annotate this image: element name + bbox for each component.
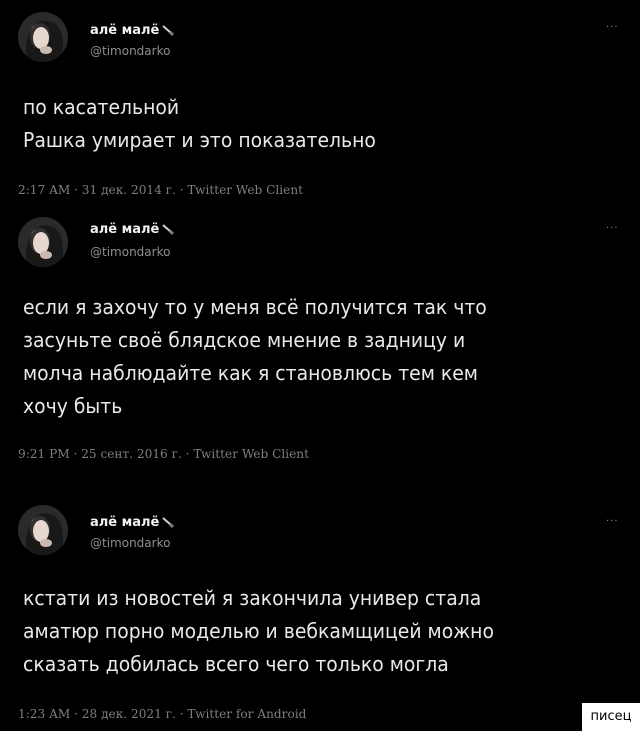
tweet-1: алё малё @timondarko ... по касательной … [0, 0, 640, 205]
display-name[interactable]: алё малё [90, 222, 175, 237]
handle[interactable]: @timondarko [90, 536, 170, 550]
more-icon[interactable]: ... [606, 20, 619, 30]
more-icon[interactable]: ... [606, 221, 619, 231]
knife-icon [162, 224, 175, 235]
tweet-line: засуньте своё блядское мнение в задницу … [23, 328, 466, 352]
tweet-line: если я захочу то у меня всё получится та… [23, 295, 487, 319]
handle[interactable]: @timondarko [90, 44, 170, 58]
display-name[interactable]: алё малё [90, 23, 175, 38]
tweet-line: Рашка умирает и это показательно [23, 128, 376, 152]
tweet-line: молча наблюдайте как я становлюсь тем ке… [23, 361, 478, 385]
tweet-line: кстати из новостей я закончила универ ст… [23, 586, 482, 610]
tweet-text: по касательной Рашка умирает и это показ… [23, 91, 376, 157]
display-name[interactable]: алё малё [90, 515, 175, 530]
watermark: писец [582, 703, 640, 731]
tweet-text: кстати из новостей я закончила универ ст… [23, 582, 494, 681]
tweet-meta[interactable]: 1:23 AM · 28 дек. 2021 г. · Twitter for … [18, 707, 306, 721]
tweet-line: аматюр порно моделью и вебкамщицей можно [23, 619, 494, 643]
display-name-text: алё малё [90, 23, 160, 38]
knife-icon [162, 517, 175, 528]
knife-icon [162, 25, 175, 36]
display-name-text: алё малё [90, 515, 160, 530]
tweet-line: сказать добилась всего чего только могла [23, 652, 449, 676]
avatar[interactable] [18, 12, 68, 62]
display-name-text: алё малё [90, 222, 160, 237]
tweet-meta[interactable]: 9:21 PM · 25 сент. 2016 г. · Twitter Web… [18, 447, 309, 461]
tweet-text: если я захочу то у меня всё получится та… [23, 291, 487, 423]
tweet-3: алё малё @timondarko ... кстати из новос… [0, 470, 640, 731]
avatar[interactable] [18, 217, 68, 267]
tweet-line: хочу быть [23, 394, 123, 418]
tweet-2: алё малё @timondarko ... если я захочу т… [0, 205, 640, 470]
handle[interactable]: @timondarko [90, 245, 170, 259]
tweet-meta[interactable]: 2:17 AM · 31 дек. 2014 г. · Twitter Web … [18, 183, 303, 197]
tweet-line: по касательной [23, 95, 180, 119]
more-icon[interactable]: ... [606, 514, 619, 524]
avatar[interactable] [18, 505, 68, 555]
